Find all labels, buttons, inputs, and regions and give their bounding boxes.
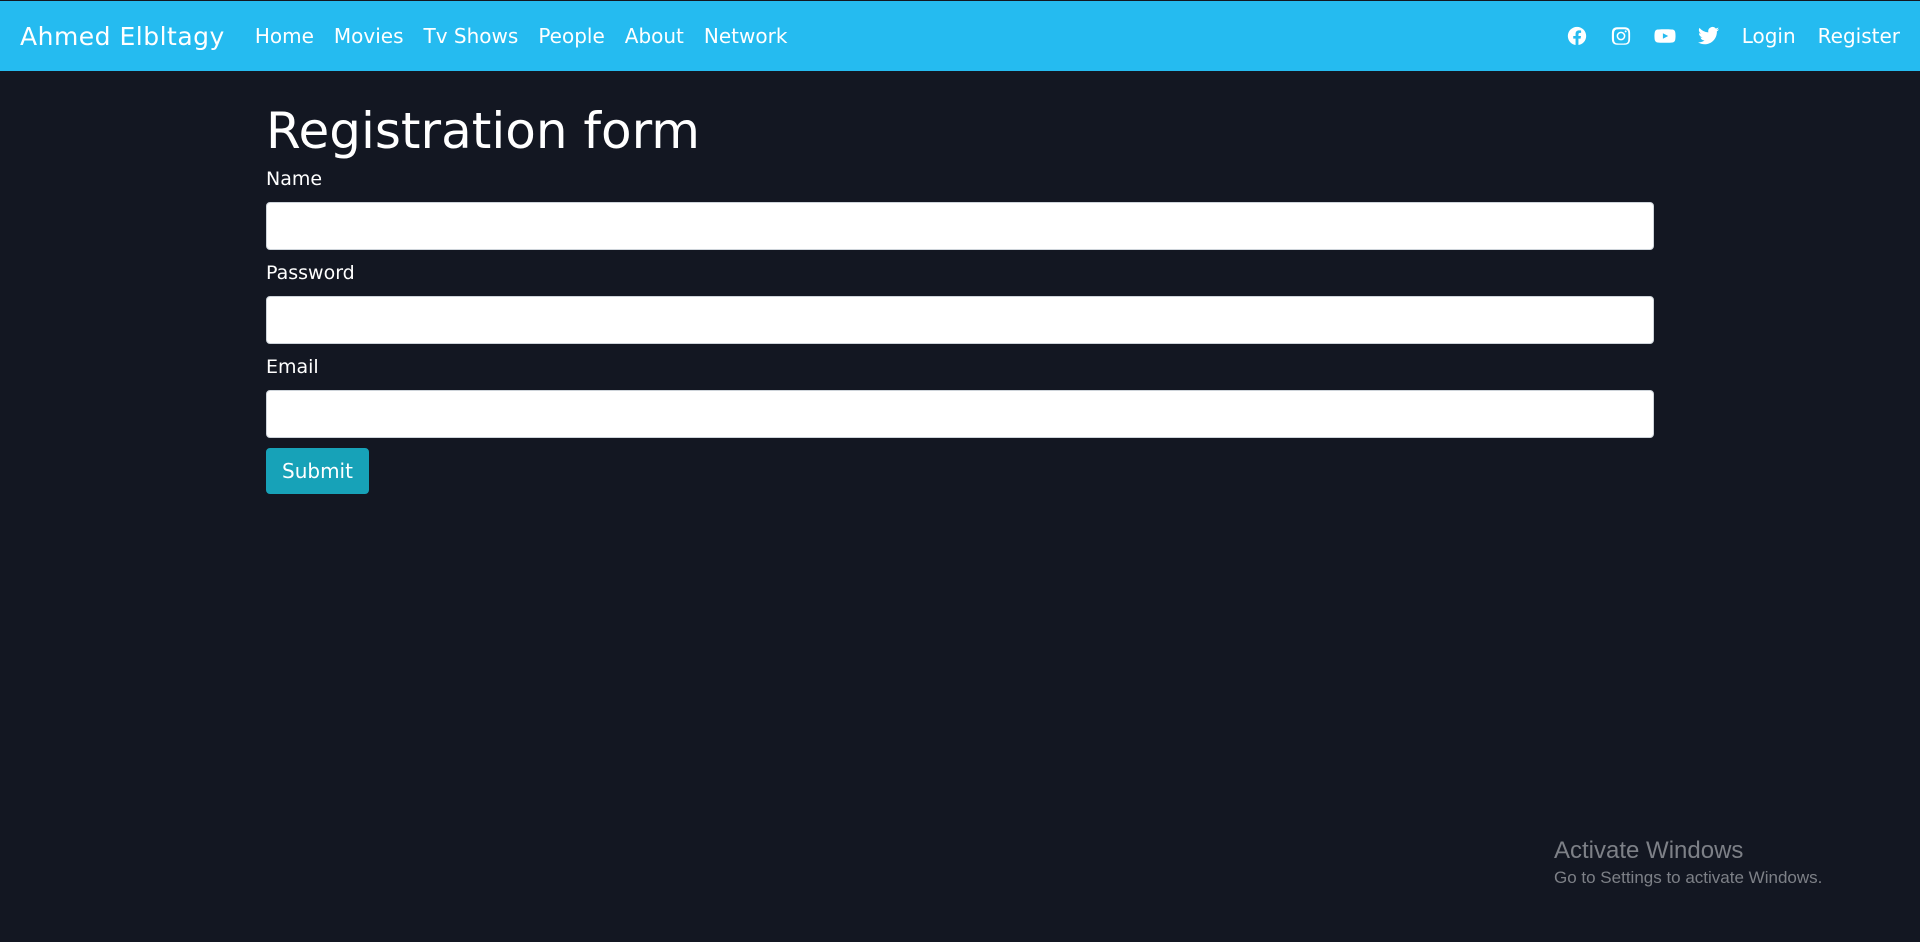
activate-windows-watermark: Activate Windows Go to Settings to activ… bbox=[1554, 836, 1822, 890]
email-input[interactable] bbox=[266, 390, 1654, 438]
brand-link[interactable]: Ahmed Elbltagy bbox=[20, 22, 225, 51]
password-field-group: Password bbox=[266, 260, 1654, 344]
twitter-icon[interactable] bbox=[1697, 25, 1720, 47]
nav-right: Login Register bbox=[1544, 24, 1900, 48]
name-input[interactable] bbox=[266, 202, 1654, 250]
youtube-icon[interactable] bbox=[1654, 25, 1676, 47]
watermark-subtitle: Go to Settings to activate Windows. bbox=[1554, 868, 1823, 887]
name-field-group: Name bbox=[266, 166, 1654, 250]
top-navbar: Ahmed Elbltagy Home Movies Tv Shows Peop… bbox=[0, 1, 1920, 71]
instagram-icon[interactable] bbox=[1610, 25, 1632, 47]
login-link[interactable]: Login bbox=[1742, 24, 1796, 48]
nav-link-movies[interactable]: Movies bbox=[334, 24, 404, 48]
page-title: Registration form bbox=[266, 102, 700, 160]
submit-button[interactable]: Submit bbox=[266, 448, 369, 494]
nav-link-tv-shows[interactable]: Tv Shows bbox=[424, 24, 519, 48]
nav-links: Home Movies Tv Shows People About Networ… bbox=[255, 24, 808, 48]
watermark-title: Activate Windows bbox=[1554, 837, 1744, 864]
password-label: Password bbox=[266, 262, 355, 284]
email-field-group: Email bbox=[266, 354, 1654, 438]
nav-link-network[interactable]: Network bbox=[704, 24, 788, 48]
nav-link-home[interactable]: Home bbox=[255, 24, 314, 48]
nav-link-about[interactable]: About bbox=[625, 24, 684, 48]
facebook-icon[interactable] bbox=[1566, 25, 1588, 47]
email-label: Email bbox=[266, 356, 319, 378]
password-input[interactable] bbox=[266, 296, 1654, 344]
registration-container: Registration form Name Password Email Su… bbox=[266, 96, 1654, 494]
name-label: Name bbox=[266, 168, 323, 190]
nav-link-people[interactable]: People bbox=[538, 24, 604, 48]
register-link[interactable]: Register bbox=[1818, 24, 1900, 48]
